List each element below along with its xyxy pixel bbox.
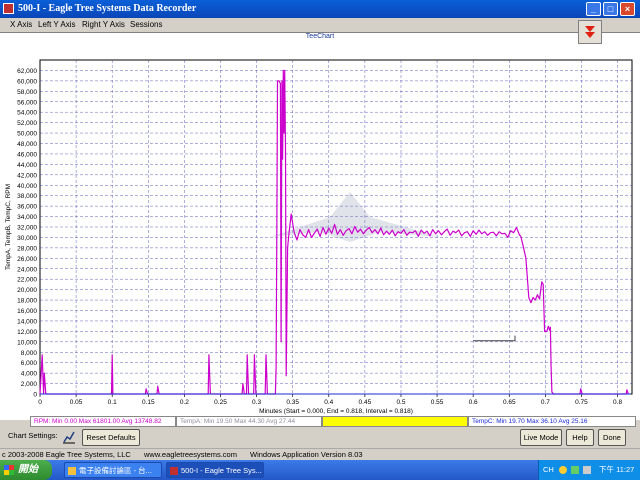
maximize-icon[interactable]: □ <box>603 2 618 16</box>
x-tick-label: 0 <box>38 399 42 406</box>
live-mode-button[interactable]: Live Mode <box>520 429 562 446</box>
y-tick-label: 10,000 <box>17 339 37 346</box>
x-axis-label: Minutes (Start = 0.000, End = 0.818, Int… <box>259 408 413 415</box>
y-tick-label: 16,000 <box>17 308 37 315</box>
copyright-text: c 2003-2008 Eagle Tree Systems, LLC <box>2 450 131 459</box>
y-tick-label: 14,000 <box>17 318 37 325</box>
y-tick-label: 50,000 <box>17 131 37 138</box>
menu-bar: X Axis Left Y Axis Right Y Axis Sessions <box>0 18 640 32</box>
y-tick-label: 44,000 <box>17 162 37 169</box>
start-button[interactable]: 開始 <box>0 460 52 480</box>
x-tick-label: 0.75 <box>575 399 588 406</box>
y-tick-label: 56,000 <box>17 99 37 106</box>
y-tick-label: 40,000 <box>17 183 37 190</box>
y-tick-label: 60,000 <box>17 78 37 85</box>
language-indicator[interactable]: CH <box>543 460 554 480</box>
help-button[interactable]: Help <box>566 429 594 446</box>
y-tick-label: 20,000 <box>17 287 37 294</box>
stat-tempb <box>322 416 468 427</box>
chart-svg[interactable]: 0 2,000 4,000 6,000 8,000 10,000 12,000 14,000 1… <box>0 32 640 420</box>
tray-icon[interactable] <box>559 466 567 474</box>
start-label: 開始 <box>18 464 38 475</box>
status-bar: c 2003-2008 Eagle Tree Systems, LLC www.… <box>0 448 640 460</box>
task-recorder-label: 500-I - Eagle Tree Sys... <box>181 466 262 475</box>
version-text: Windows Application Version 8.03 <box>250 450 363 459</box>
menu-left-y-axis[interactable]: Left Y Axis <box>38 20 76 29</box>
x-tick-label: 0.7 <box>541 399 550 406</box>
y-tick-label: 18,000 <box>17 298 37 305</box>
menu-x-axis[interactable]: X Axis <box>10 20 32 29</box>
clock: 下午 11:27 <box>599 465 635 474</box>
x-tick-label: 0.05 <box>70 399 83 406</box>
y-tick-label: 28,000 <box>17 245 37 252</box>
double-arrow-down-icon <box>585 26 595 38</box>
y-tick-label: 6,000 <box>21 360 38 367</box>
app-window: 500-I - Eagle Tree Systems Data Recorder… <box>0 0 640 460</box>
y-tick-label: 0 <box>33 392 37 399</box>
y-tick-label: 2,000 <box>21 381 38 388</box>
y-tick-label: 36,000 <box>17 204 37 211</box>
stat-tempc: TempC: Min 19.70 Max 36.10 Avg 25.16 <box>468 416 636 427</box>
y-tick-label: 32,000 <box>17 225 37 232</box>
y-tick-label: 48,000 <box>17 141 37 148</box>
chart-settings-label: Chart Settings: <box>8 431 58 440</box>
y-tick-label: 34,000 <box>17 214 37 221</box>
x-tick-label: 0.3 <box>252 399 261 406</box>
y-tick-label: 26,000 <box>17 256 37 263</box>
x-tick-label: 0.25 <box>214 399 227 406</box>
x-tick-label: 0.1 <box>108 399 117 406</box>
task-recorder[interactable]: 500-I - Eagle Tree Sys... <box>166 462 264 478</box>
x-tick-label: 0.45 <box>359 399 372 406</box>
x-tick-label: 0.5 <box>396 399 405 406</box>
stat-rpm: RPM: Min 0.00 Max 61801.00 Avg 13748.82 <box>30 416 176 427</box>
system-tray: CH 下午 11:27 <box>538 460 640 480</box>
x-tick-label: 0.15 <box>142 399 155 406</box>
y-tick-label: 58,000 <box>17 89 37 96</box>
taskbar: 開始 電子設備討論區 - 台... 500-I - Eagle Tree Sys… <box>0 460 640 480</box>
y-tick-label: 38,000 <box>17 193 37 200</box>
y-tick-label: 30,000 <box>17 235 37 242</box>
browser-icon <box>68 467 76 475</box>
website-text: www.eagletreesystems.com <box>144 450 237 459</box>
done-button[interactable]: Done <box>598 429 626 446</box>
title-bar[interactable]: 500-I - Eagle Tree Systems Data Recorder… <box>0 0 640 18</box>
menu-sessions[interactable]: Sessions <box>130 20 162 29</box>
y-tick-label: 54,000 <box>17 110 37 117</box>
minimize-icon[interactable]: _ <box>586 2 601 16</box>
y-tick-label: 46,000 <box>17 151 37 158</box>
close-icon[interactable]: × <box>620 2 635 16</box>
y-axis-label: TempA, TempB, TempC, RPM <box>5 184 12 270</box>
x-tick-label: 0.65 <box>503 399 516 406</box>
menu-right-y-axis[interactable]: Right Y Axis <box>82 20 125 29</box>
x-tick-label: 0.35 <box>286 399 299 406</box>
chart-settings-icon[interactable] <box>62 430 76 444</box>
network-icon[interactable] <box>571 466 579 474</box>
alarm-button[interactable] <box>578 20 602 44</box>
y-tick-label: 12,000 <box>17 329 37 336</box>
volume-icon[interactable] <box>583 466 591 474</box>
task-browser[interactable]: 電子設備討論區 - 台... <box>64 462 162 478</box>
x-tick-label: 0.6 <box>469 399 478 406</box>
x-tick-label: 0.55 <box>431 399 444 406</box>
y-tick-label: 24,000 <box>17 266 37 273</box>
settings-row: Chart Settings: Reset Defaults Live Mode… <box>0 427 640 448</box>
recorder-icon <box>170 467 178 475</box>
app-icon <box>3 3 14 14</box>
window-title: 500-I - Eagle Tree Systems Data Recorder <box>18 3 197 14</box>
stat-tempa: TempA: Min 19.50 Max 44.30 Avg 27.44 <box>176 416 322 427</box>
y-tick-label: 22,000 <box>17 277 37 284</box>
windows-flag-icon <box>4 465 14 475</box>
reset-defaults-button[interactable]: Reset Defaults <box>82 429 140 446</box>
stats-bar: RPM: Min 0.00 Max 61801.00 Avg 13748.82 … <box>30 416 636 427</box>
y-tick-label: 4,000 <box>21 371 38 378</box>
x-tick-label: 0.4 <box>324 399 333 406</box>
y-tick-label: 42,000 <box>17 172 37 179</box>
y-tick-label: 52,000 <box>17 120 37 127</box>
x-tick-label: 0.2 <box>180 399 189 406</box>
y-tick-label: 8,000 <box>21 350 38 357</box>
y-tick-label: 62,000 <box>17 68 37 75</box>
task-browser-label: 電子設備討論區 - 台... <box>79 466 152 475</box>
x-tick-label: 0.8 <box>613 399 622 406</box>
